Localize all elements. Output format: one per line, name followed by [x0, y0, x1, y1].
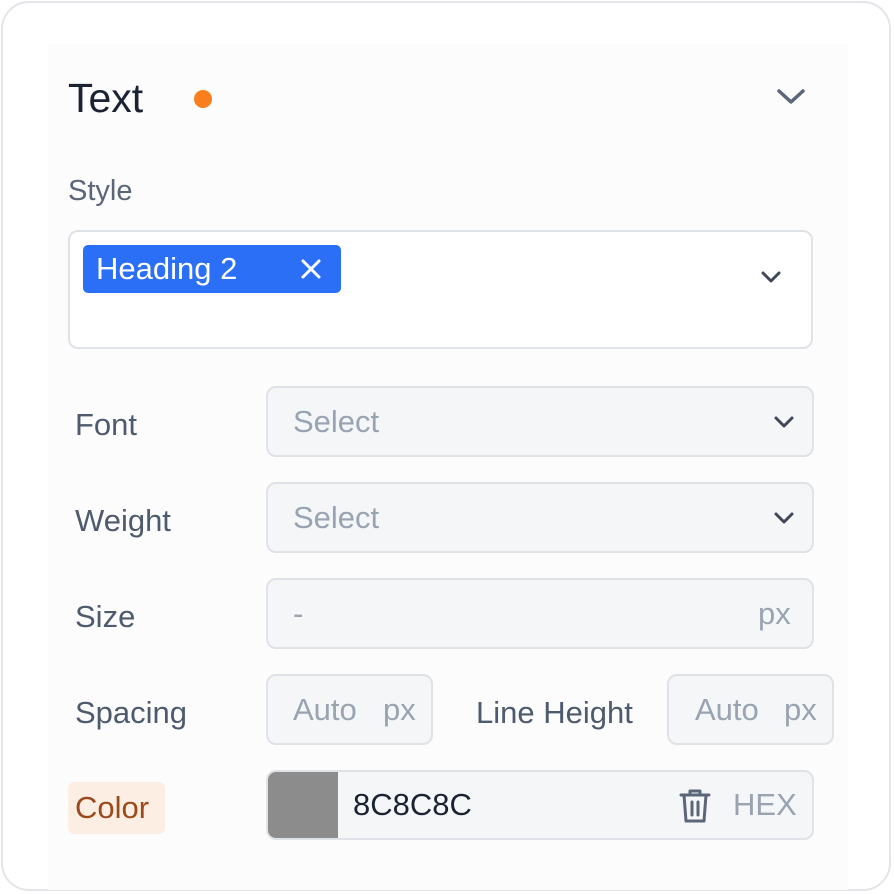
delete-color-button[interactable]: [676, 786, 714, 826]
color-input[interactable]: [266, 770, 814, 840]
font-select-chevron: [770, 408, 798, 436]
chevron-down-icon: [774, 416, 794, 428]
line-height-label: Line Height: [476, 695, 633, 730]
line-height-value: Auto: [695, 692, 759, 727]
remove-style-tag-button[interactable]: [294, 252, 328, 286]
font-select-placeholder: Select: [293, 404, 380, 439]
panel-content-area: [48, 44, 848, 890]
collapse-section-button[interactable]: [772, 80, 810, 114]
color-swatch[interactable]: [268, 772, 338, 838]
color-hex-value: 8C8C8C: [353, 787, 472, 822]
weight-select-placeholder: Select: [293, 500, 380, 535]
style-tag-label: Heading 2: [96, 251, 238, 286]
section-title: Text: [68, 75, 144, 121]
size-value: -: [293, 596, 304, 631]
chevron-down-icon: [774, 512, 794, 524]
trash-icon: [679, 789, 711, 823]
line-height-unit: px: [784, 692, 817, 727]
spacing-value: Auto: [293, 692, 357, 727]
style-label: Style: [68, 175, 133, 207]
chevron-down-icon: [761, 271, 781, 283]
size-input[interactable]: [266, 578, 814, 649]
style-dropdown-toggle[interactable]: [756, 262, 786, 292]
modified-indicator-dot: [194, 90, 212, 108]
size-label: Size: [75, 599, 136, 634]
size-unit: px: [758, 596, 791, 631]
weight-label: Weight: [75, 503, 171, 538]
color-label: Color: [75, 790, 150, 825]
chevron-down-icon: [777, 89, 805, 104]
weight-select-chevron: [770, 504, 798, 532]
spacing-label: Spacing: [75, 695, 188, 730]
spacing-unit: px: [383, 692, 416, 727]
color-format-label: HEX: [733, 787, 797, 822]
close-icon: [301, 259, 321, 279]
font-label: Font: [75, 407, 138, 442]
